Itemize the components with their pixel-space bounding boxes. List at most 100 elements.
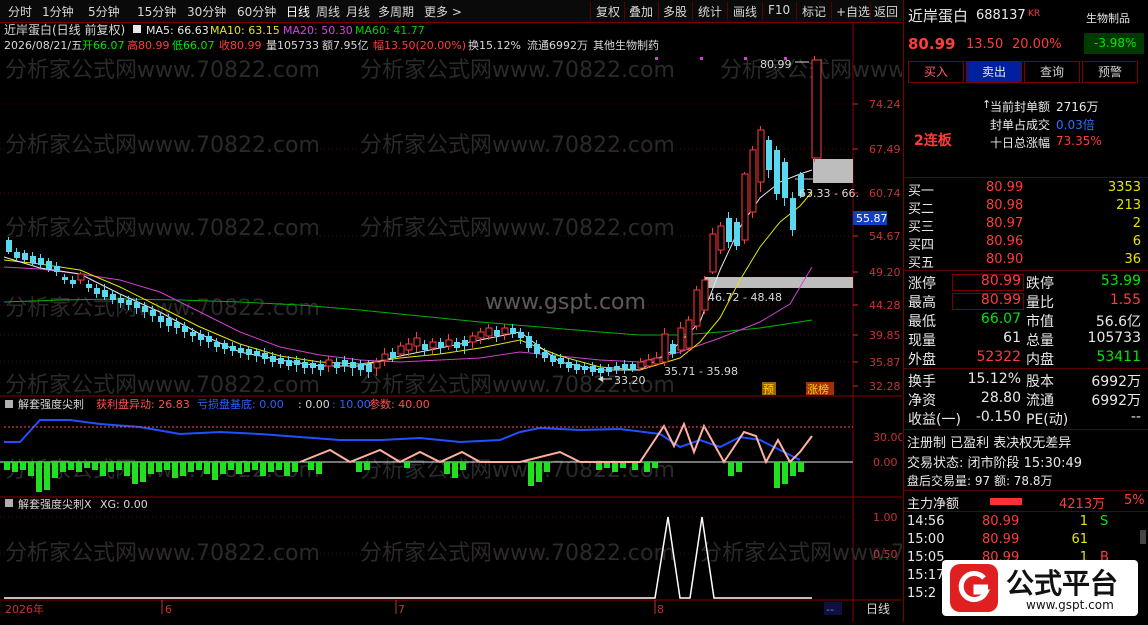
candle-body <box>630 364 636 370</box>
bid-row[interactable]: 买五 80.90 36 <box>904 252 1148 271</box>
indicator1-bar <box>292 462 298 472</box>
candle-body <box>150 310 156 316</box>
indicator1-bar <box>172 462 178 478</box>
alert-button[interactable]: 预警 <box>1082 61 1138 83</box>
candle-body <box>102 290 108 297</box>
indicator1-bar <box>164 462 170 470</box>
candle-body <box>749 149 757 213</box>
indicator1-bar <box>244 462 250 472</box>
kline-chart-area[interactable]: 分析家公式网www.70822.com 分析家公式网www.70822.com … <box>0 22 1035 622</box>
stats-button[interactable]: 统计 <box>698 3 722 20</box>
tick-row: 15:00 80.99 61 <box>904 532 1140 550</box>
candle-body <box>526 336 532 348</box>
bid-row[interactable]: 买三 80.97 2 <box>904 216 1148 235</box>
tab-60min[interactable]: 60分钟 <box>237 3 276 20</box>
tab-monthly[interactable]: 月线 <box>346 3 370 20</box>
indicator1-axis: 30.00 0.00 <box>873 431 905 469</box>
candle-body <box>734 222 740 246</box>
indicator2-name: 解套强度尖刺X <box>18 497 92 511</box>
add-watchlist-button[interactable]: +自选 <box>836 3 870 20</box>
sell-button[interactable]: 卖出 <box>966 61 1022 83</box>
bid-label: 买一 <box>908 184 935 199</box>
tab-fenshi[interactable]: 分时 <box>8 3 32 20</box>
sector-tag[interactable]: 生物制品 <box>1086 10 1130 26</box>
quote-label: 跌停 <box>1026 276 1054 292</box>
bid-row[interactable]: 买四 80.96 6 <box>904 234 1148 253</box>
quote-value: 53411 <box>1096 349 1141 365</box>
quote-panel: 近岸蛋白 688137 KR 生物制品 -3.98% 80.99 13.50 2… <box>903 0 1148 622</box>
multi-stock-button[interactable]: 多股 <box>663 3 687 20</box>
sector-change: -3.98% <box>1094 36 1137 50</box>
net-inflow-label: 主力净额 <box>907 497 960 512</box>
candle-body <box>397 345 405 355</box>
tab-multi-period[interactable]: 多周期 <box>378 3 414 20</box>
quote-row: 最低 66.07 市值 56.6亿 <box>904 311 1148 330</box>
candle-body <box>670 344 676 354</box>
bid-row[interactable]: 买二 80.98 213 <box>904 198 1148 217</box>
tick-row: 14:56 80.99 1 S <box>904 514 1140 532</box>
candle-body <box>77 273 85 281</box>
ma60-label: MA60: 41.77 <box>355 24 425 37</box>
tab-5min[interactable]: 5分钟 <box>88 3 120 20</box>
svg-text:1.00: 1.00 <box>873 511 898 524</box>
overlay-button[interactable]: 叠加 <box>629 3 653 20</box>
candle-body <box>6 240 12 252</box>
candle-body <box>198 334 204 340</box>
quote-label: 涨停 <box>908 276 936 292</box>
candle-body <box>390 352 396 358</box>
tab-15min[interactable]: 15分钟 <box>137 3 176 20</box>
candle-body <box>182 326 188 332</box>
indicator1-bar <box>728 462 734 476</box>
period-indicator[interactable]: 日线 <box>866 602 890 616</box>
quote-row: 现量 61 总量 105733 <box>904 330 1148 349</box>
fuquan-button[interactable]: 复权 <box>596 3 620 20</box>
fund-label: 收益(一) <box>908 412 961 428</box>
bar-close: 收80.99 <box>219 38 262 52</box>
limit-up-badge-text: 涨榜 <box>807 382 829 396</box>
buy-button[interactable]: 买入 <box>908 61 964 83</box>
fund-label: 换手 <box>908 374 936 390</box>
indicator1-bar <box>444 462 450 474</box>
tick-list-scrollbar[interactable] <box>1140 530 1146 544</box>
tick-time: 15:05 <box>907 550 945 565</box>
candle-body <box>278 358 284 364</box>
candle-body <box>574 364 580 370</box>
tab-daily[interactable]: 日线 <box>286 3 310 20</box>
fund-label: 流通 <box>1026 393 1054 409</box>
low-price-annotation: 33.20 <box>614 374 646 387</box>
bid-row[interactable]: 买一 80.99 3353 <box>904 180 1148 199</box>
tab-30min[interactable]: 30分钟 <box>187 3 226 20</box>
candle-body <box>246 349 252 355</box>
back-button[interactable]: 返回 <box>874 3 898 20</box>
candle-body <box>350 362 356 368</box>
indicator1-param-label: 参数: 40.00 <box>369 397 430 411</box>
svg-text:30.00: 30.00 <box>873 431 902 444</box>
tab-weekly[interactable]: 周线 <box>316 3 340 20</box>
draw-button[interactable]: 画线 <box>733 3 757 20</box>
indicator1-bar <box>308 462 314 470</box>
query-button[interactable]: 查询 <box>1024 61 1080 83</box>
candle-body <box>238 348 244 353</box>
candle-body <box>206 336 212 342</box>
candle-body <box>405 343 413 351</box>
quote-label: 市值 <box>1026 314 1054 330</box>
fund-value: 15.12% <box>967 371 1021 387</box>
bid-price: 80.97 <box>986 216 1024 231</box>
tab-1min[interactable]: 1分钟 <box>42 3 74 20</box>
toolbar-divider <box>658 2 659 20</box>
tab-more[interactable]: 更多 > <box>424 3 462 20</box>
f10-button[interactable]: F10 <box>768 3 790 17</box>
tick-time: 14:56 <box>907 514 945 529</box>
indicator1-bar <box>528 462 534 486</box>
mark-button[interactable]: 标记 <box>802 3 826 20</box>
candle-body <box>262 353 268 359</box>
tick-price: 80.99 <box>982 532 1020 547</box>
candle-body <box>566 362 572 368</box>
candle-body <box>30 256 36 263</box>
indicator1-bar <box>116 462 122 470</box>
watermark-gspt: www.gspt.com <box>485 290 646 315</box>
bar-float: 流通6992万 <box>527 38 588 52</box>
ma10-label: MA10: 63.15 <box>210 24 280 37</box>
svg-text:44.28: 44.28 <box>869 299 901 312</box>
candle-body <box>134 302 140 308</box>
